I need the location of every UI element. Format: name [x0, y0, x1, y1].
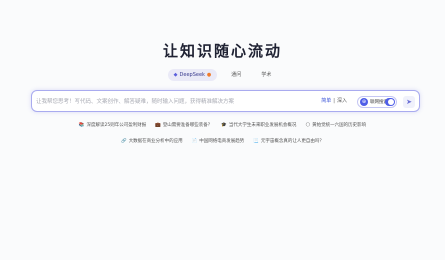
tab-label: 学术 [261, 72, 272, 78]
send-button[interactable]: ➤ [403, 96, 415, 108]
suggestion-text: 当代大学生未来职业发展机会概况 [228, 123, 297, 128]
suggestion-chip[interactable]: 🌕 黄帕觉统一六国的历史影响 [305, 122, 366, 130]
model-tabs: ◆ DeepSeek ● 通问 学术 [0, 69, 445, 81]
suggestion-text: 大数据在商业分析中的应用 [128, 139, 183, 144]
search-input[interactable] [36, 96, 306, 108]
tab-tongwen[interactable]: 通问 [225, 69, 247, 81]
search-box: 简单 | 深入 ⊕ 联网搜索 ➤ [31, 90, 420, 112]
books-icon: 📚 [78, 123, 85, 128]
page-icon: 📃 [253, 139, 259, 144]
deepseek-whale-icon: ◆ [173, 72, 178, 78]
mode-simple-button[interactable]: 简单 [321, 97, 331, 104]
tab-label: 通问 [231, 72, 242, 78]
moon-icon: 🌕 [305, 123, 311, 128]
suggestion-text: 元宇宙概念真的让人更自由吗？ [260, 139, 324, 144]
globe-icon: ⊕ [360, 98, 368, 106]
suggestion-text: 深度解读25则年公司盈利财报 [86, 123, 147, 128]
tab-label: DeepSeek [179, 72, 205, 78]
suggestion-chip[interactable]: 📃 元宇宙概念真的让人更自由吗？ [253, 138, 324, 146]
fire-icon: ● [206, 72, 212, 78]
suggestion-chip[interactable]: 📚 深度解读25则年公司盈利财报 [79, 122, 146, 130]
suggestion-row: 📚 深度解读25则年公司盈利财报 💼 登山需要准备哪些装备？ 🎓 当代大学生未来… [0, 122, 445, 130]
suggestion-chip[interactable]: 💼 登山需要准备哪些装备？ [155, 122, 212, 130]
mode-divider: | [333, 97, 335, 104]
briefcase-icon: 💼 [155, 123, 161, 128]
tab-academic[interactable]: 学术 [255, 69, 277, 81]
suggestion-row: 🔗 大数据在商业分析中的应用 📄 中国网络电商发展趋势 📃 元宇宙概念真的让人更… [0, 138, 445, 146]
tab-deepseek[interactable]: ◆ DeepSeek ● [167, 69, 218, 81]
suggestion-chip[interactable]: 📄 中国网络电商发展趋势 [192, 138, 245, 146]
toggle-knob [388, 99, 394, 105]
depth-mode-selector: 简单 | 深入 [321, 97, 347, 105]
document-icon: 📄 [191, 139, 198, 144]
web-search-toggle[interactable]: ⊕ 联网搜索 [357, 96, 397, 108]
toggle-switch[interactable] [385, 98, 395, 106]
suggestion-text: 中国网络电商发展趋势 [199, 139, 245, 144]
paper-plane-icon: ➤ [406, 98, 412, 106]
link-icon: 🔗 [121, 139, 127, 144]
suggestion-text: 登山需要准备哪些装备？ [162, 123, 213, 128]
suggestion-chip[interactable]: 🎓 当代大学生未来职业发展机会概况 [221, 122, 296, 130]
suggestion-chip[interactable]: 🔗 大数据在商业分析中的应用 [121, 138, 183, 146]
graduation-cap-icon: 🎓 [221, 123, 227, 128]
mode-deep-button[interactable]: 深入 [337, 97, 347, 104]
suggestion-text: 黄帕觉统一六国的历史影响 [312, 123, 367, 128]
page-title: 让知识随心流动 [162, 42, 282, 60]
